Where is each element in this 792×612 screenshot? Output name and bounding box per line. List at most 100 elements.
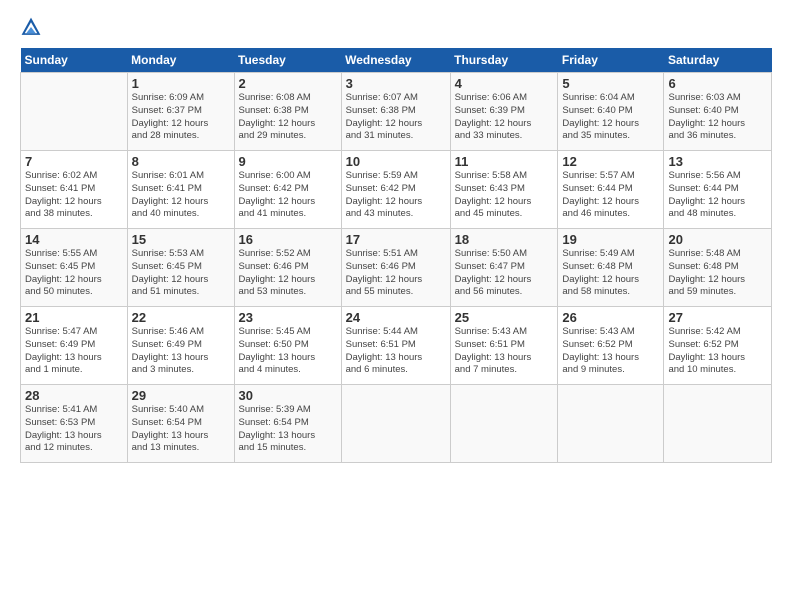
day-cell [341,385,450,463]
day-number: 16 [239,232,337,247]
day-cell: 2Sunrise: 6:08 AM Sunset: 6:38 PM Daylig… [234,73,341,151]
day-number: 30 [239,388,337,403]
day-cell: 4Sunrise: 6:06 AM Sunset: 6:39 PM Daylig… [450,73,558,151]
day-number: 25 [455,310,554,325]
day-info: Sunrise: 5:58 AM Sunset: 6:43 PM Dayligh… [455,170,554,221]
day-number: 15 [132,232,230,247]
column-header-friday: Friday [558,48,664,73]
day-cell [664,385,772,463]
day-cell: 23Sunrise: 5:45 AM Sunset: 6:50 PM Dayli… [234,307,341,385]
day-info: Sunrise: 5:47 AM Sunset: 6:49 PM Dayligh… [25,326,123,377]
day-number: 20 [668,232,767,247]
day-cell: 16Sunrise: 5:52 AM Sunset: 6:46 PM Dayli… [234,229,341,307]
day-number: 12 [562,154,659,169]
day-cell [450,385,558,463]
day-cell: 27Sunrise: 5:42 AM Sunset: 6:52 PM Dayli… [664,307,772,385]
week-row-4: 21Sunrise: 5:47 AM Sunset: 6:49 PM Dayli… [21,307,772,385]
day-cell: 3Sunrise: 6:07 AM Sunset: 6:38 PM Daylig… [341,73,450,151]
column-header-saturday: Saturday [664,48,772,73]
day-info: Sunrise: 6:02 AM Sunset: 6:41 PM Dayligh… [25,170,123,221]
day-info: Sunrise: 5:44 AM Sunset: 6:51 PM Dayligh… [346,326,446,377]
day-cell: 8Sunrise: 6:01 AM Sunset: 6:41 PM Daylig… [127,151,234,229]
day-cell: 14Sunrise: 5:55 AM Sunset: 6:45 PM Dayli… [21,229,128,307]
day-info: Sunrise: 6:07 AM Sunset: 6:38 PM Dayligh… [346,92,446,143]
day-number: 11 [455,154,554,169]
day-number: 14 [25,232,123,247]
day-cell: 13Sunrise: 5:56 AM Sunset: 6:44 PM Dayli… [664,151,772,229]
day-number: 10 [346,154,446,169]
day-cell: 12Sunrise: 5:57 AM Sunset: 6:44 PM Dayli… [558,151,664,229]
day-info: Sunrise: 5:53 AM Sunset: 6:45 PM Dayligh… [132,248,230,299]
column-header-monday: Monday [127,48,234,73]
day-info: Sunrise: 5:43 AM Sunset: 6:52 PM Dayligh… [562,326,659,377]
day-info: Sunrise: 5:59 AM Sunset: 6:42 PM Dayligh… [346,170,446,221]
day-cell: 24Sunrise: 5:44 AM Sunset: 6:51 PM Dayli… [341,307,450,385]
day-cell: 15Sunrise: 5:53 AM Sunset: 6:45 PM Dayli… [127,229,234,307]
day-number: 5 [562,76,659,91]
day-info: Sunrise: 5:52 AM Sunset: 6:46 PM Dayligh… [239,248,337,299]
day-cell: 30Sunrise: 5:39 AM Sunset: 6:54 PM Dayli… [234,385,341,463]
day-number: 23 [239,310,337,325]
day-cell [21,73,128,151]
day-info: Sunrise: 5:46 AM Sunset: 6:49 PM Dayligh… [132,326,230,377]
day-info: Sunrise: 6:09 AM Sunset: 6:37 PM Dayligh… [132,92,230,143]
day-info: Sunrise: 5:49 AM Sunset: 6:48 PM Dayligh… [562,248,659,299]
day-number: 3 [346,76,446,91]
day-cell: 5Sunrise: 6:04 AM Sunset: 6:40 PM Daylig… [558,73,664,151]
day-number: 26 [562,310,659,325]
day-info: Sunrise: 5:41 AM Sunset: 6:53 PM Dayligh… [25,404,123,455]
week-row-3: 14Sunrise: 5:55 AM Sunset: 6:45 PM Dayli… [21,229,772,307]
week-row-2: 7Sunrise: 6:02 AM Sunset: 6:41 PM Daylig… [21,151,772,229]
day-cell: 9Sunrise: 6:00 AM Sunset: 6:42 PM Daylig… [234,151,341,229]
page-header [20,16,772,38]
day-cell: 7Sunrise: 6:02 AM Sunset: 6:41 PM Daylig… [21,151,128,229]
day-info: Sunrise: 5:57 AM Sunset: 6:44 PM Dayligh… [562,170,659,221]
day-number: 27 [668,310,767,325]
day-number: 2 [239,76,337,91]
day-info: Sunrise: 5:45 AM Sunset: 6:50 PM Dayligh… [239,326,337,377]
column-header-sunday: Sunday [21,48,128,73]
day-cell: 20Sunrise: 5:48 AM Sunset: 6:48 PM Dayli… [664,229,772,307]
day-cell: 11Sunrise: 5:58 AM Sunset: 6:43 PM Dayli… [450,151,558,229]
day-info: Sunrise: 6:04 AM Sunset: 6:40 PM Dayligh… [562,92,659,143]
day-cell: 6Sunrise: 6:03 AM Sunset: 6:40 PM Daylig… [664,73,772,151]
day-info: Sunrise: 5:42 AM Sunset: 6:52 PM Dayligh… [668,326,767,377]
day-cell: 19Sunrise: 5:49 AM Sunset: 6:48 PM Dayli… [558,229,664,307]
day-info: Sunrise: 5:51 AM Sunset: 6:46 PM Dayligh… [346,248,446,299]
day-number: 7 [25,154,123,169]
day-info: Sunrise: 5:55 AM Sunset: 6:45 PM Dayligh… [25,248,123,299]
day-number: 21 [25,310,123,325]
day-cell: 21Sunrise: 5:47 AM Sunset: 6:49 PM Dayli… [21,307,128,385]
day-number: 6 [668,76,767,91]
day-cell: 29Sunrise: 5:40 AM Sunset: 6:54 PM Dayli… [127,385,234,463]
day-info: Sunrise: 6:01 AM Sunset: 6:41 PM Dayligh… [132,170,230,221]
day-info: Sunrise: 6:03 AM Sunset: 6:40 PM Dayligh… [668,92,767,143]
logo-icon [20,16,42,38]
day-number: 9 [239,154,337,169]
day-cell: 26Sunrise: 5:43 AM Sunset: 6:52 PM Dayli… [558,307,664,385]
day-number: 8 [132,154,230,169]
day-number: 24 [346,310,446,325]
calendar-header-row: SundayMondayTuesdayWednesdayThursdayFrid… [21,48,772,73]
column-header-thursday: Thursday [450,48,558,73]
column-header-wednesday: Wednesday [341,48,450,73]
day-number: 19 [562,232,659,247]
day-info: Sunrise: 5:39 AM Sunset: 6:54 PM Dayligh… [239,404,337,455]
week-row-5: 28Sunrise: 5:41 AM Sunset: 6:53 PM Dayli… [21,385,772,463]
day-cell: 1Sunrise: 6:09 AM Sunset: 6:37 PM Daylig… [127,73,234,151]
day-info: Sunrise: 5:50 AM Sunset: 6:47 PM Dayligh… [455,248,554,299]
day-cell: 17Sunrise: 5:51 AM Sunset: 6:46 PM Dayli… [341,229,450,307]
day-info: Sunrise: 5:56 AM Sunset: 6:44 PM Dayligh… [668,170,767,221]
calendar-table: SundayMondayTuesdayWednesdayThursdayFrid… [20,48,772,463]
day-number: 18 [455,232,554,247]
day-info: Sunrise: 5:43 AM Sunset: 6:51 PM Dayligh… [455,326,554,377]
day-info: Sunrise: 6:00 AM Sunset: 6:42 PM Dayligh… [239,170,337,221]
logo [20,16,44,38]
day-info: Sunrise: 6:08 AM Sunset: 6:38 PM Dayligh… [239,92,337,143]
day-cell: 10Sunrise: 5:59 AM Sunset: 6:42 PM Dayli… [341,151,450,229]
day-number: 1 [132,76,230,91]
week-row-1: 1Sunrise: 6:09 AM Sunset: 6:37 PM Daylig… [21,73,772,151]
day-info: Sunrise: 5:48 AM Sunset: 6:48 PM Dayligh… [668,248,767,299]
day-cell: 18Sunrise: 5:50 AM Sunset: 6:47 PM Dayli… [450,229,558,307]
day-number: 17 [346,232,446,247]
